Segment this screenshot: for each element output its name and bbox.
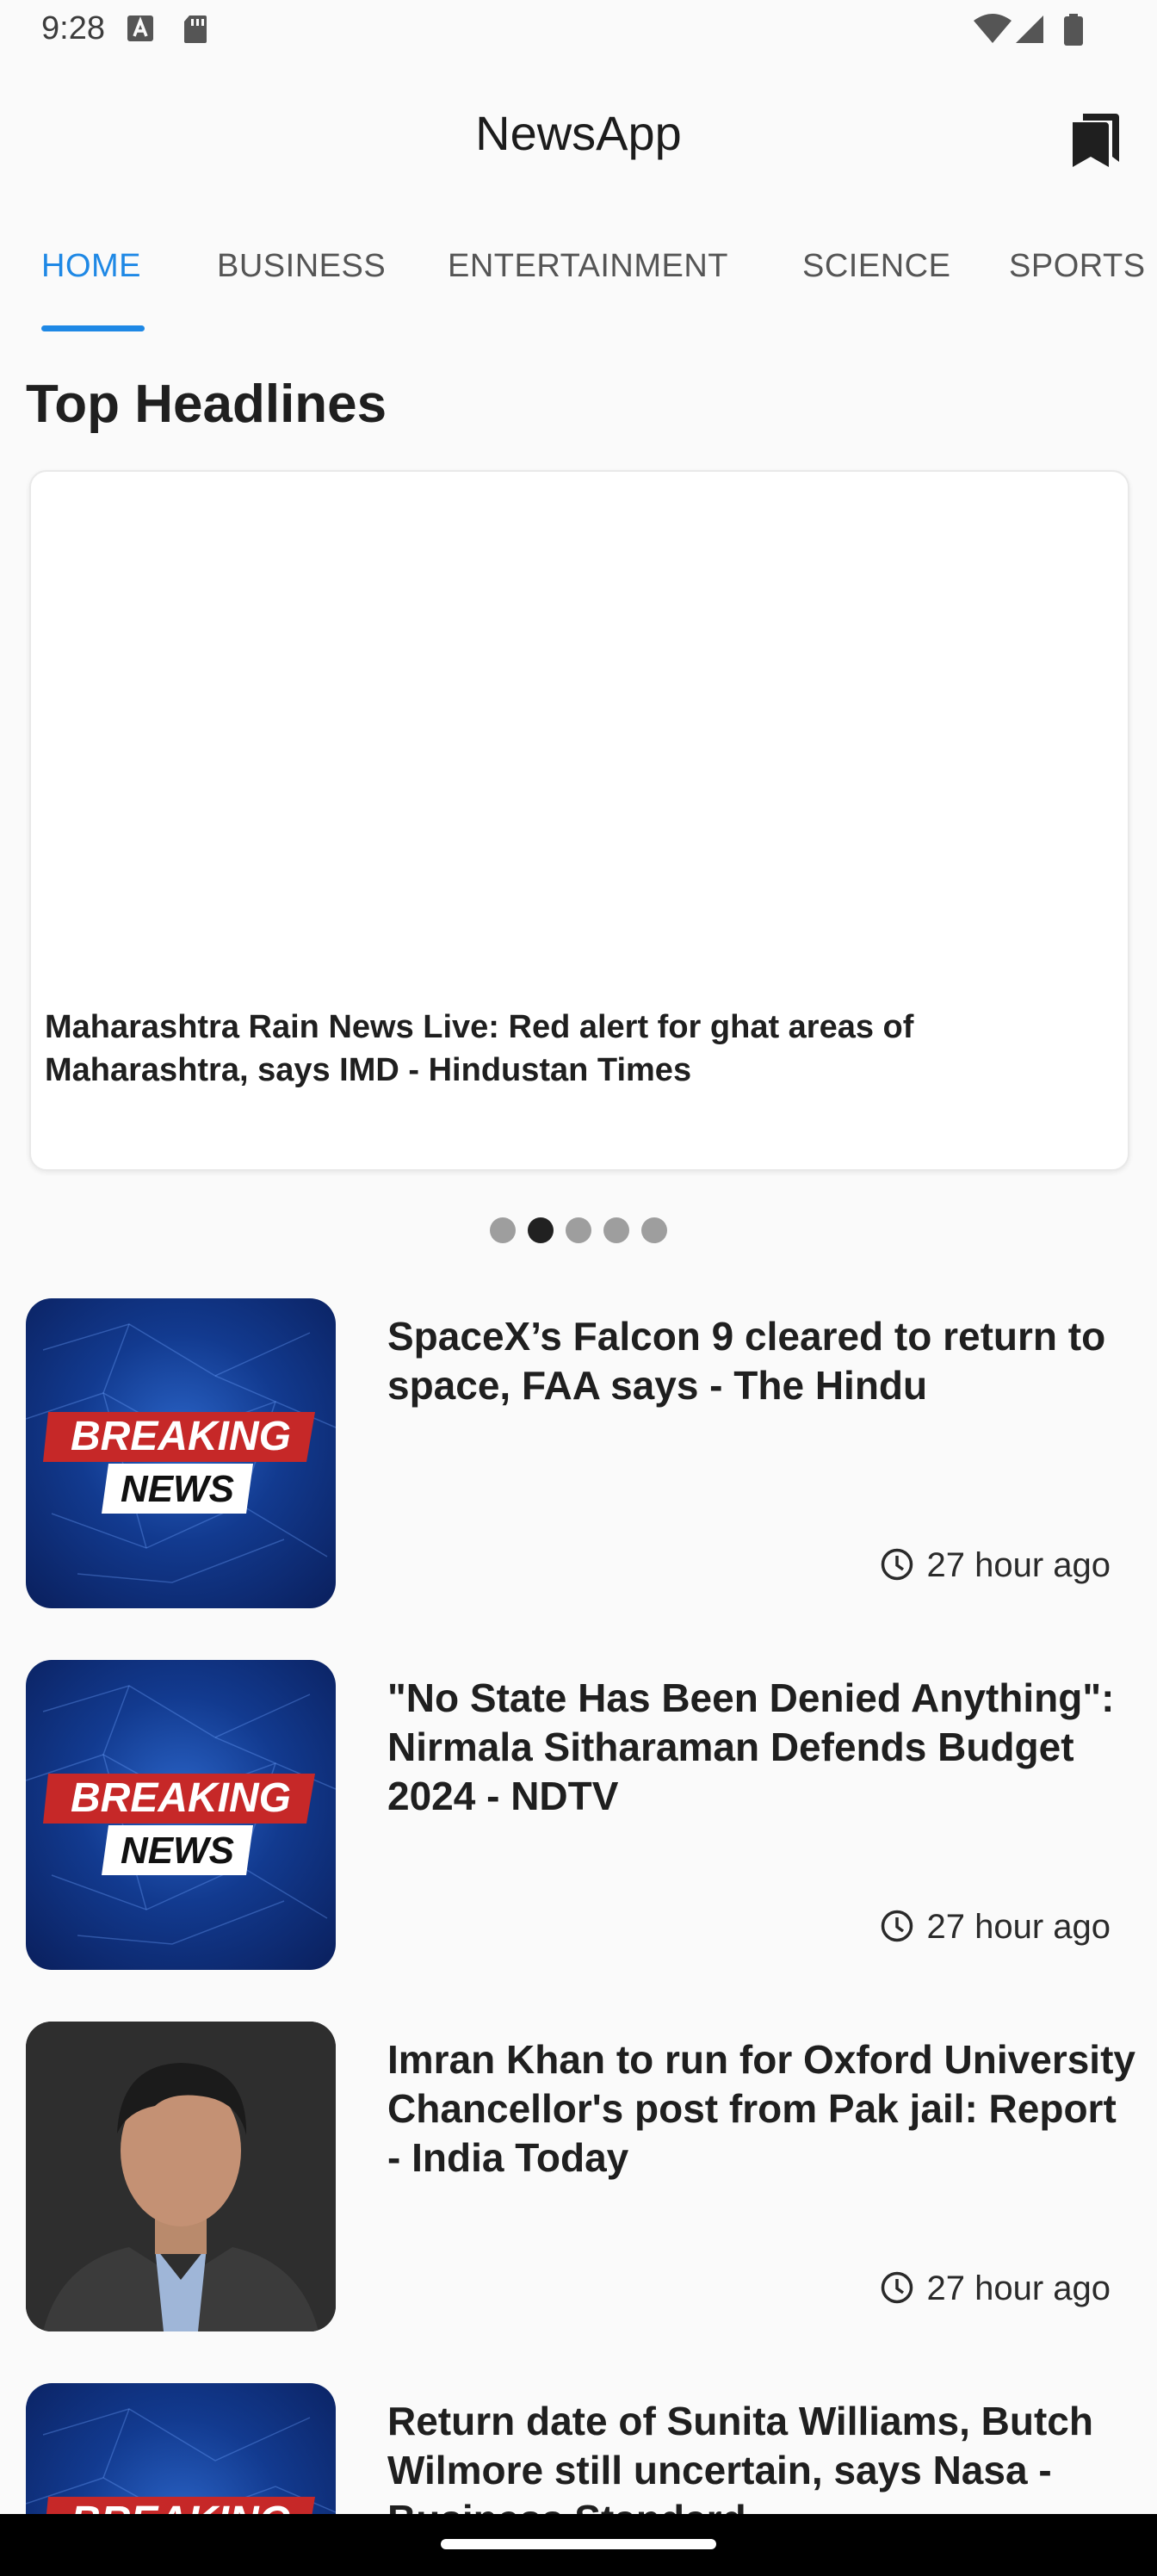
- bookmark-icon[interactable]: [1061, 102, 1129, 170]
- tab-sports[interactable]: SPORTS: [1009, 248, 1146, 285]
- news-label: NEWS: [121, 1468, 234, 1510]
- clock-icon: [882, 2271, 913, 2304]
- tab-home[interactable]: HOME: [41, 248, 141, 285]
- news-list-item[interactable]: Imran Khan to run for Oxford University …: [26, 2022, 1136, 2331]
- breaking-news-image: BREAKING NEWS: [26, 1323, 336, 1583]
- top-headline-title: Maharashtra Rain News Live: Red alert fo…: [45, 1009, 914, 1088]
- sd-card-icon: [184, 15, 207, 43]
- home-gesture-handle[interactable]: [441, 2539, 716, 2549]
- news-list-item[interactable]: BREAKING NEWS SpaceX’s Falcon 9 cleared …: [26, 1298, 1136, 1608]
- category-tabs: HOME BUSINESS ENTERTAINMENT SCIENCE SPOR…: [0, 231, 1157, 332]
- carousel-indicator: [0, 1217, 1157, 1248]
- news-time: 27 hour ago: [880, 1908, 1111, 1947]
- app-screen: 9:28 NewsApp HOME BUSINESS ENTERTAINMENT…: [0, 0, 1157, 2576]
- carousel-dot[interactable]: [490, 1217, 516, 1243]
- section-title: Top Headlines: [26, 375, 387, 434]
- news-time: 27 hour ago: [880, 1546, 1111, 1585]
- carousel-dot[interactable]: [641, 1217, 667, 1243]
- person-portrait-image: [26, 2022, 336, 2331]
- tab-business[interactable]: BUSINESS: [217, 248, 386, 285]
- signal-icon: [1016, 15, 1043, 43]
- news-thumbnail: [26, 2022, 336, 2331]
- app-bar: NewsApp: [0, 86, 1157, 189]
- battery-icon: [1064, 14, 1083, 46]
- breaking-label: BREAKING: [71, 1414, 291, 1459]
- news-thumbnail: BREAKING NEWS: [26, 1298, 336, 1608]
- news-time-text: 27 hour ago: [926, 1908, 1111, 1946]
- clock-icon: [882, 1548, 913, 1581]
- tab-science[interactable]: SCIENCE: [802, 248, 950, 285]
- tab-entertainment[interactable]: ENTERTAINMENT: [448, 248, 728, 285]
- news-time-text: 27 hour ago: [926, 2269, 1111, 2307]
- news-list-item[interactable]: BREAKING NEWS "No State Has Been Denied …: [26, 1660, 1136, 1970]
- app-title: NewsApp: [475, 106, 682, 160]
- top-headline-card[interactable]: Maharashtra Rain News Live: Red alert fo…: [29, 470, 1129, 1171]
- carousel-dot-active[interactable]: [528, 1217, 554, 1243]
- news-time: 27 hour ago: [880, 2269, 1111, 2308]
- keyboard-a-icon: [127, 15, 153, 41]
- breaking-news-image: BREAKING NEWS: [26, 1685, 336, 1945]
- status-time: 9:28: [41, 10, 105, 46]
- news-title: SpaceX’s Falcon 9 cleared to return to s…: [387, 1314, 1106, 1408]
- tab-indicator: [41, 325, 145, 331]
- news-time-text: 27 hour ago: [926, 1546, 1111, 1584]
- news-thumbnail: BREAKING NEWS: [26, 1660, 336, 1970]
- clock-icon: [882, 1910, 913, 1942]
- news-title: "No State Has Been Denied Anything": Nir…: [387, 1675, 1115, 1818]
- top-headline-image: [31, 472, 1128, 980]
- wifi-icon: [974, 14, 1012, 43]
- status-bar: 9:28: [0, 0, 1157, 62]
- news-title: Imran Khan to run for Oxford University …: [387, 2037, 1135, 2180]
- breaking-label: BREAKING: [71, 1775, 291, 1821]
- carousel-dot[interactable]: [603, 1217, 629, 1243]
- news-label: NEWS: [121, 1830, 234, 1872]
- carousel-dot[interactable]: [566, 1217, 591, 1243]
